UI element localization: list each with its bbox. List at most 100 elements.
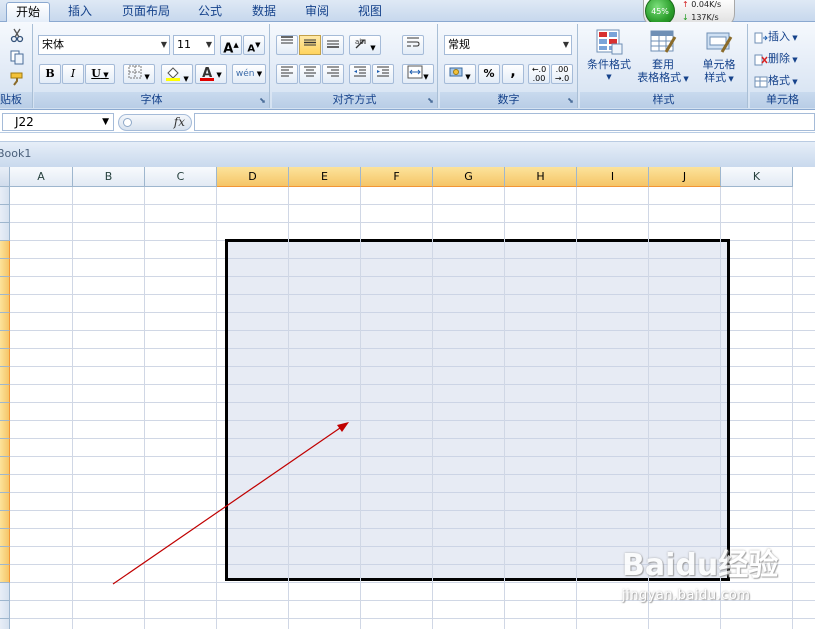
align-center-button[interactable] [299, 64, 321, 84]
row-header[interactable] [0, 421, 10, 439]
tab-data[interactable]: 数据 [244, 2, 284, 22]
font-size-combo[interactable]: 11 ▼ [173, 35, 215, 55]
selected-range[interactable] [225, 239, 730, 581]
cut-icon[interactable] [6, 26, 28, 44]
number-format-combo[interactable]: 常规 ▼ [444, 35, 572, 55]
column-header-d[interactable]: D [217, 167, 289, 187]
orientation-button[interactable]: ab ▼ [349, 35, 381, 55]
align-bottom-button[interactable] [322, 35, 344, 55]
accounting-format-button[interactable]: ▼ [444, 64, 476, 84]
comma-style-button[interactable]: , [502, 64, 524, 84]
row-header[interactable] [0, 439, 10, 457]
column-header-f[interactable]: F [361, 167, 433, 187]
tab-formulas[interactable]: 公式 [190, 2, 230, 22]
percent-style-button[interactable]: % [478, 64, 500, 84]
column-header-b[interactable]: B [73, 167, 145, 187]
align-left-button[interactable] [276, 64, 298, 84]
formula-input[interactable] [194, 113, 815, 131]
align-right-button[interactable] [322, 64, 344, 84]
row-header[interactable] [0, 349, 10, 367]
increase-decimal-button[interactable]: ←.0.00 [528, 64, 550, 84]
row-header[interactable] [0, 367, 10, 385]
row-header[interactable] [0, 385, 10, 403]
row-header[interactable] [0, 529, 10, 547]
dialog-launcher-icon[interactable]: ⬊ [258, 96, 267, 105]
copy-icon[interactable] [6, 48, 28, 66]
tab-insert[interactable]: 插入 [58, 2, 102, 22]
insert-cells-button[interactable]: 插入 ▼ [754, 27, 798, 46]
row-header[interactable] [0, 475, 10, 493]
baidu-logo: Baidu经验 [622, 548, 779, 583]
decrease-indent-button[interactable] [349, 64, 371, 84]
row-header[interactable] [0, 511, 10, 529]
increase-indent-button[interactable] [372, 64, 394, 84]
row-header[interactable] [0, 601, 10, 619]
decrease-decimal-button[interactable]: .00 →.0 [551, 64, 573, 84]
column-header-c[interactable]: C [145, 167, 217, 187]
tab-review[interactable]: 审阅 [297, 2, 337, 22]
row-header[interactable] [0, 313, 10, 331]
shrink-font-button[interactable]: A▼ [243, 35, 265, 55]
row-header[interactable] [0, 331, 10, 349]
border-icon [128, 65, 142, 79]
dialog-launcher-icon[interactable]: ⬊ [426, 96, 435, 105]
select-all-corner[interactable] [0, 167, 10, 187]
row-header[interactable] [0, 241, 10, 259]
row-header[interactable] [0, 619, 10, 629]
workbook-title: Book1 [0, 147, 32, 160]
align-top-button[interactable] [276, 35, 298, 55]
column-header-k[interactable]: K [721, 167, 793, 187]
column-header-j[interactable]: J [649, 167, 721, 187]
row-header[interactable] [0, 547, 10, 565]
row-header[interactable] [0, 223, 10, 241]
delete-cells-button[interactable]: 删除 ▼ [754, 49, 798, 68]
svg-text:ab: ab [355, 38, 364, 46]
name-box[interactable]: J22 ▼ [2, 113, 114, 131]
bold-button[interactable]: B [39, 64, 61, 84]
column-header-a[interactable]: A [10, 167, 73, 187]
tab-view[interactable]: 视图 [350, 2, 390, 22]
align-middle-button[interactable] [299, 35, 321, 55]
merge-center-button[interactable]: ▼ [402, 64, 434, 84]
capsule-handle-icon[interactable] [123, 118, 132, 127]
italic-button[interactable]: I [62, 64, 84, 84]
format-painter-icon[interactable] [6, 70, 28, 88]
column-header-g[interactable]: G [433, 167, 505, 187]
row-header[interactable] [0, 565, 10, 583]
dialog-launcher-icon[interactable]: ⬊ [566, 96, 575, 105]
grow-font-button[interactable]: A▲ [220, 35, 242, 56]
row-header[interactable] [0, 187, 10, 205]
decrease-indent-icon [354, 66, 366, 77]
column-header-e[interactable]: E [289, 167, 361, 187]
font-name-combo[interactable]: 宋体 ▼ [38, 35, 170, 55]
row-header[interactable] [0, 403, 10, 421]
column-headers: ABCDEFGHIJK [0, 167, 815, 187]
row-header[interactable] [0, 583, 10, 601]
row-header[interactable] [0, 295, 10, 313]
column-header-h[interactable]: H [505, 167, 577, 187]
cell-styles-button[interactable]: 单元格 样式 ▼ [692, 28, 746, 90]
tab-home[interactable]: 开始 [6, 2, 50, 23]
column-gridline [216, 187, 217, 629]
fill-color-button[interactable]: ▼ [161, 64, 193, 84]
wrap-text-button[interactable] [402, 35, 424, 55]
conditional-format-button[interactable]: 条件格式 ▼ [582, 28, 636, 90]
font-color-button[interactable]: A ▼ [195, 64, 227, 84]
format-cells-button[interactable]: 格式 ▼ [754, 71, 798, 90]
row-header[interactable] [0, 457, 10, 475]
border-button[interactable]: ▼ [123, 64, 155, 84]
underline-button[interactable]: U ▼ [85, 64, 115, 84]
download-arrow-icon: ↓ [682, 13, 689, 22]
cell-styles-label-1: 单元格 [702, 58, 736, 71]
styles-group: 条件格式 ▼ 套用 表格格式 ▼ 单元格 样式 ▼ 样式 [580, 24, 748, 108]
phonetic-guide-button[interactable]: wén ▼ [232, 64, 266, 84]
format-as-table-button[interactable]: 套用 表格格式 ▼ [636, 28, 690, 90]
row-header[interactable] [0, 205, 10, 223]
row-header[interactable] [0, 277, 10, 295]
row-header[interactable] [0, 259, 10, 277]
column-header-i[interactable]: I [577, 167, 649, 187]
tab-page-layout[interactable]: 页面布局 [115, 2, 177, 22]
merge-cells-icon [407, 65, 423, 79]
row-header[interactable] [0, 493, 10, 511]
insert-function-button[interactable]: fx [174, 115, 185, 129]
